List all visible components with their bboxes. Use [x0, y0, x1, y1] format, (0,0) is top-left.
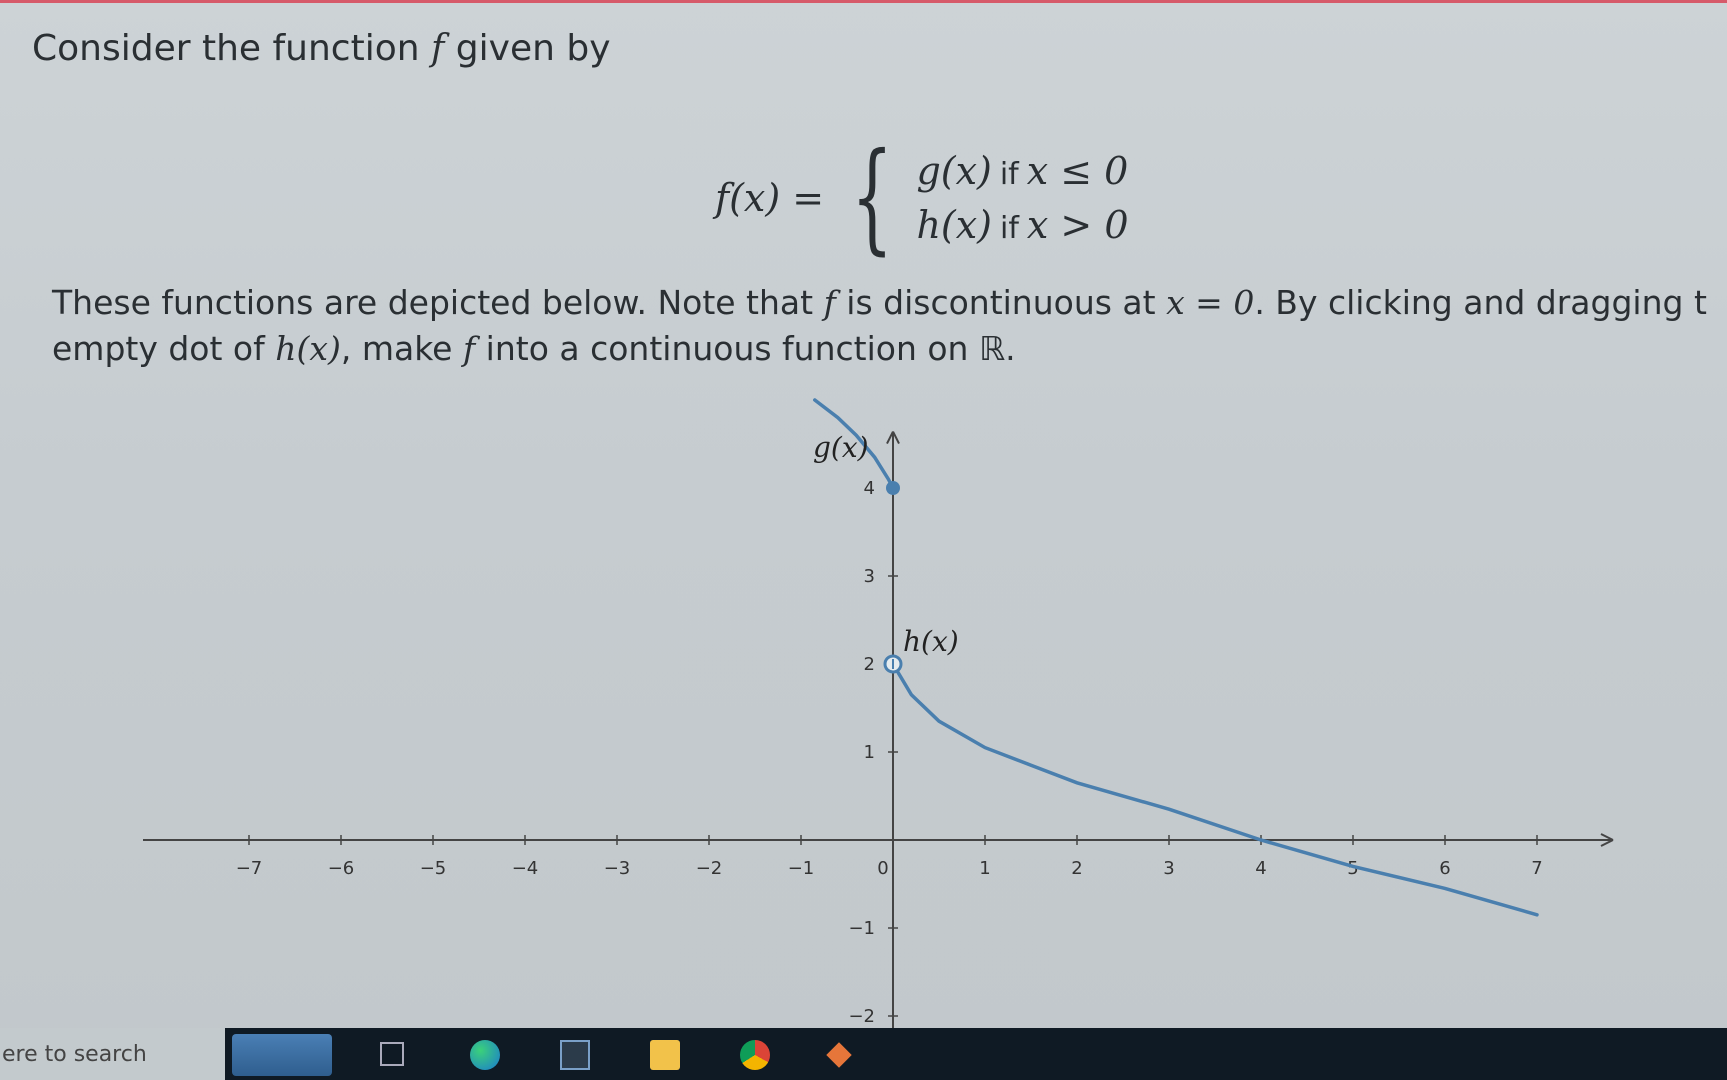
series-label-gx: g(x) — [813, 431, 869, 464]
widgets-icon[interactable] — [232, 1034, 332, 1076]
window-top-edge — [0, 0, 1727, 3]
search-placeholder: ere to search — [2, 1041, 147, 1067]
x-tick-label: 4 — [1255, 858, 1266, 879]
y-tick-label: 4 — [864, 478, 875, 499]
y-tick-label: 3 — [864, 566, 875, 587]
case-1: g(x) if x ≤ 0 — [916, 149, 1129, 193]
x-tick-label: −6 — [328, 858, 355, 879]
intro-text: Consider the function f given by — [32, 28, 611, 69]
x-tick-label: 1 — [979, 858, 990, 879]
y-tick-label: 1 — [864, 742, 875, 763]
task-view-icon[interactable] — [380, 1042, 404, 1066]
x-tick-label: 0 — [877, 858, 888, 879]
app-icon[interactable] — [826, 1042, 852, 1068]
edge-browser-icon[interactable] — [470, 1040, 500, 1070]
store-icon[interactable] — [560, 1040, 590, 1070]
piecewise-formula: f(x) = { g(x) if x ≤ 0 h(x) if x > 0 — [715, 138, 1129, 258]
g-filled-endpoint — [886, 481, 900, 495]
series-label-hx: h(x) — [903, 625, 959, 658]
x-tick-label: 2 — [1071, 858, 1082, 879]
function-graph[interactable]: −7 −6 −5 −4 −3 −2 −1 0 1 2 3 4 5 6 7−2−11234g(x)h(x) — [0, 390, 1727, 1030]
y-tick-label: 2 — [864, 654, 875, 675]
description-text: These functions are depicted below. Note… — [52, 283, 1707, 368]
taskbar: ere to search — [0, 1028, 1727, 1080]
x-tick-label: 6 — [1439, 858, 1450, 879]
x-tick-label: −3 — [604, 858, 631, 879]
chrome-icon[interactable] — [740, 1040, 770, 1070]
formula-lhs: f(x) = — [715, 176, 825, 220]
x-tick-label: 3 — [1163, 858, 1174, 879]
x-tick-label: −2 — [696, 858, 723, 879]
x-tick-label: −1 — [788, 858, 815, 879]
y-tick-label: −2 — [848, 1006, 875, 1027]
taskbar-search-input[interactable]: ere to search — [0, 1028, 225, 1080]
x-tick-label: −4 — [512, 858, 539, 879]
y-tick-label: −1 — [848, 918, 875, 939]
x-tick-label: 7 — [1531, 858, 1542, 879]
x-tick-label: −5 — [420, 858, 447, 879]
case-2: h(x) if x > 0 — [916, 203, 1129, 247]
x-tick-label: −7 — [236, 858, 263, 879]
brace: { — [851, 128, 894, 267]
file-explorer-icon[interactable] — [650, 1040, 680, 1070]
